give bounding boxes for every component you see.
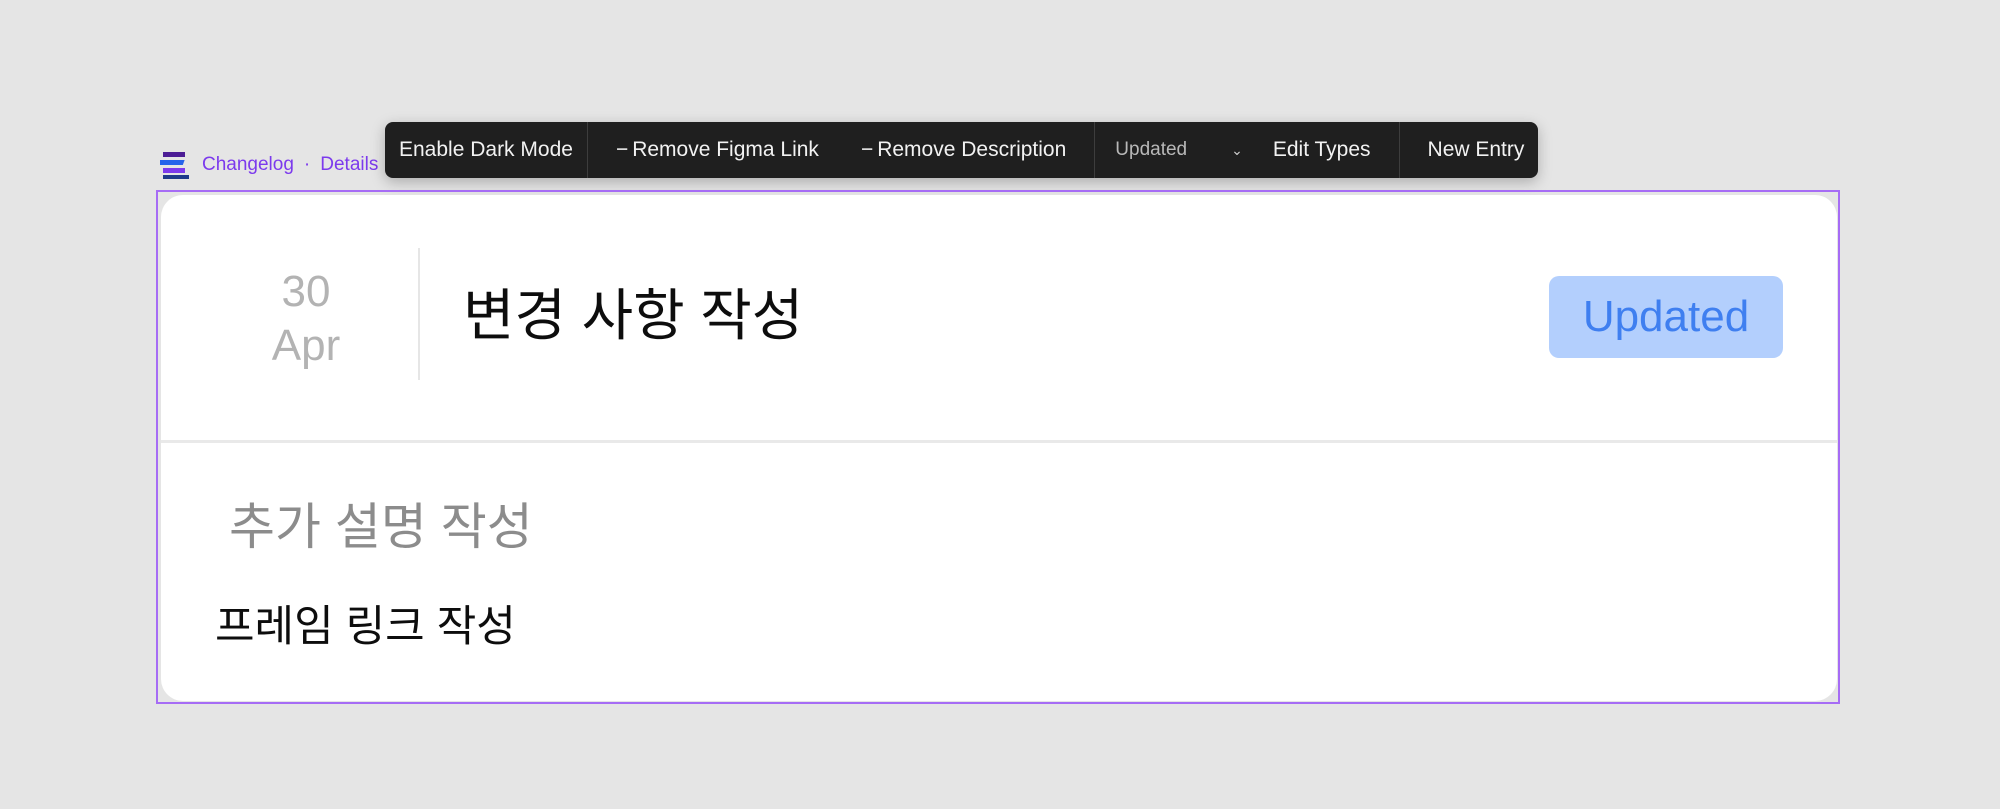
entry-header: 30 Apr 변경 사항 작성 Updated (161, 195, 1837, 443)
enable-dark-mode-button[interactable]: Enable Dark Mode (385, 122, 587, 178)
edit-types-label: Edit Types (1272, 138, 1371, 161)
breadcrumb-page[interactable]: Details (320, 154, 378, 176)
enable-dark-mode-label: Enable Dark Mode (399, 138, 573, 161)
minus-icon: − (860, 138, 874, 161)
new-entry-button[interactable]: New Entry (1400, 122, 1539, 178)
breadcrumb: Changelog · Details (160, 148, 378, 182)
entry-type-select[interactable]: Updated ⌄ (1095, 122, 1253, 178)
breadcrumb-app[interactable]: Changelog (202, 154, 294, 176)
changelog-entry-card[interactable]: 30 Apr 변경 사항 작성 Updated 추가 설명 작성 프레임 링크 … (161, 195, 1837, 701)
remove-figma-link-label: Remove Figma Link (632, 138, 819, 161)
entry-month: Apr (271, 321, 341, 370)
entry-date: 30 Apr (231, 265, 381, 373)
entry-title[interactable]: 변경 사항 작성 (463, 271, 803, 352)
remove-description-label: Remove Description (877, 138, 1067, 161)
entry-day: 30 (281, 267, 331, 316)
entry-type-value: Updated (1115, 139, 1188, 160)
minus-icon: − (615, 138, 629, 161)
status-badge: Updated (1549, 276, 1783, 358)
chevron-down-icon: ⌄ (1231, 141, 1243, 158)
edit-types-button[interactable]: Edit Types (1253, 122, 1399, 178)
remove-figma-link-button[interactable]: − Remove Figma Link (588, 122, 833, 178)
frame-link[interactable]: 프레임 링크 작성 (215, 592, 516, 654)
entry-description[interactable]: 추가 설명 작성 (229, 487, 533, 559)
remove-description-button[interactable]: − Remove Description (833, 122, 1094, 178)
changelog-logo-icon (160, 152, 189, 179)
new-entry-label: New Entry (1427, 138, 1525, 161)
breadcrumb-separator: · (303, 154, 311, 175)
date-divider (418, 248, 420, 380)
plugin-toolbar: Enable Dark Mode − Remove Figma Link − R… (385, 122, 1539, 178)
